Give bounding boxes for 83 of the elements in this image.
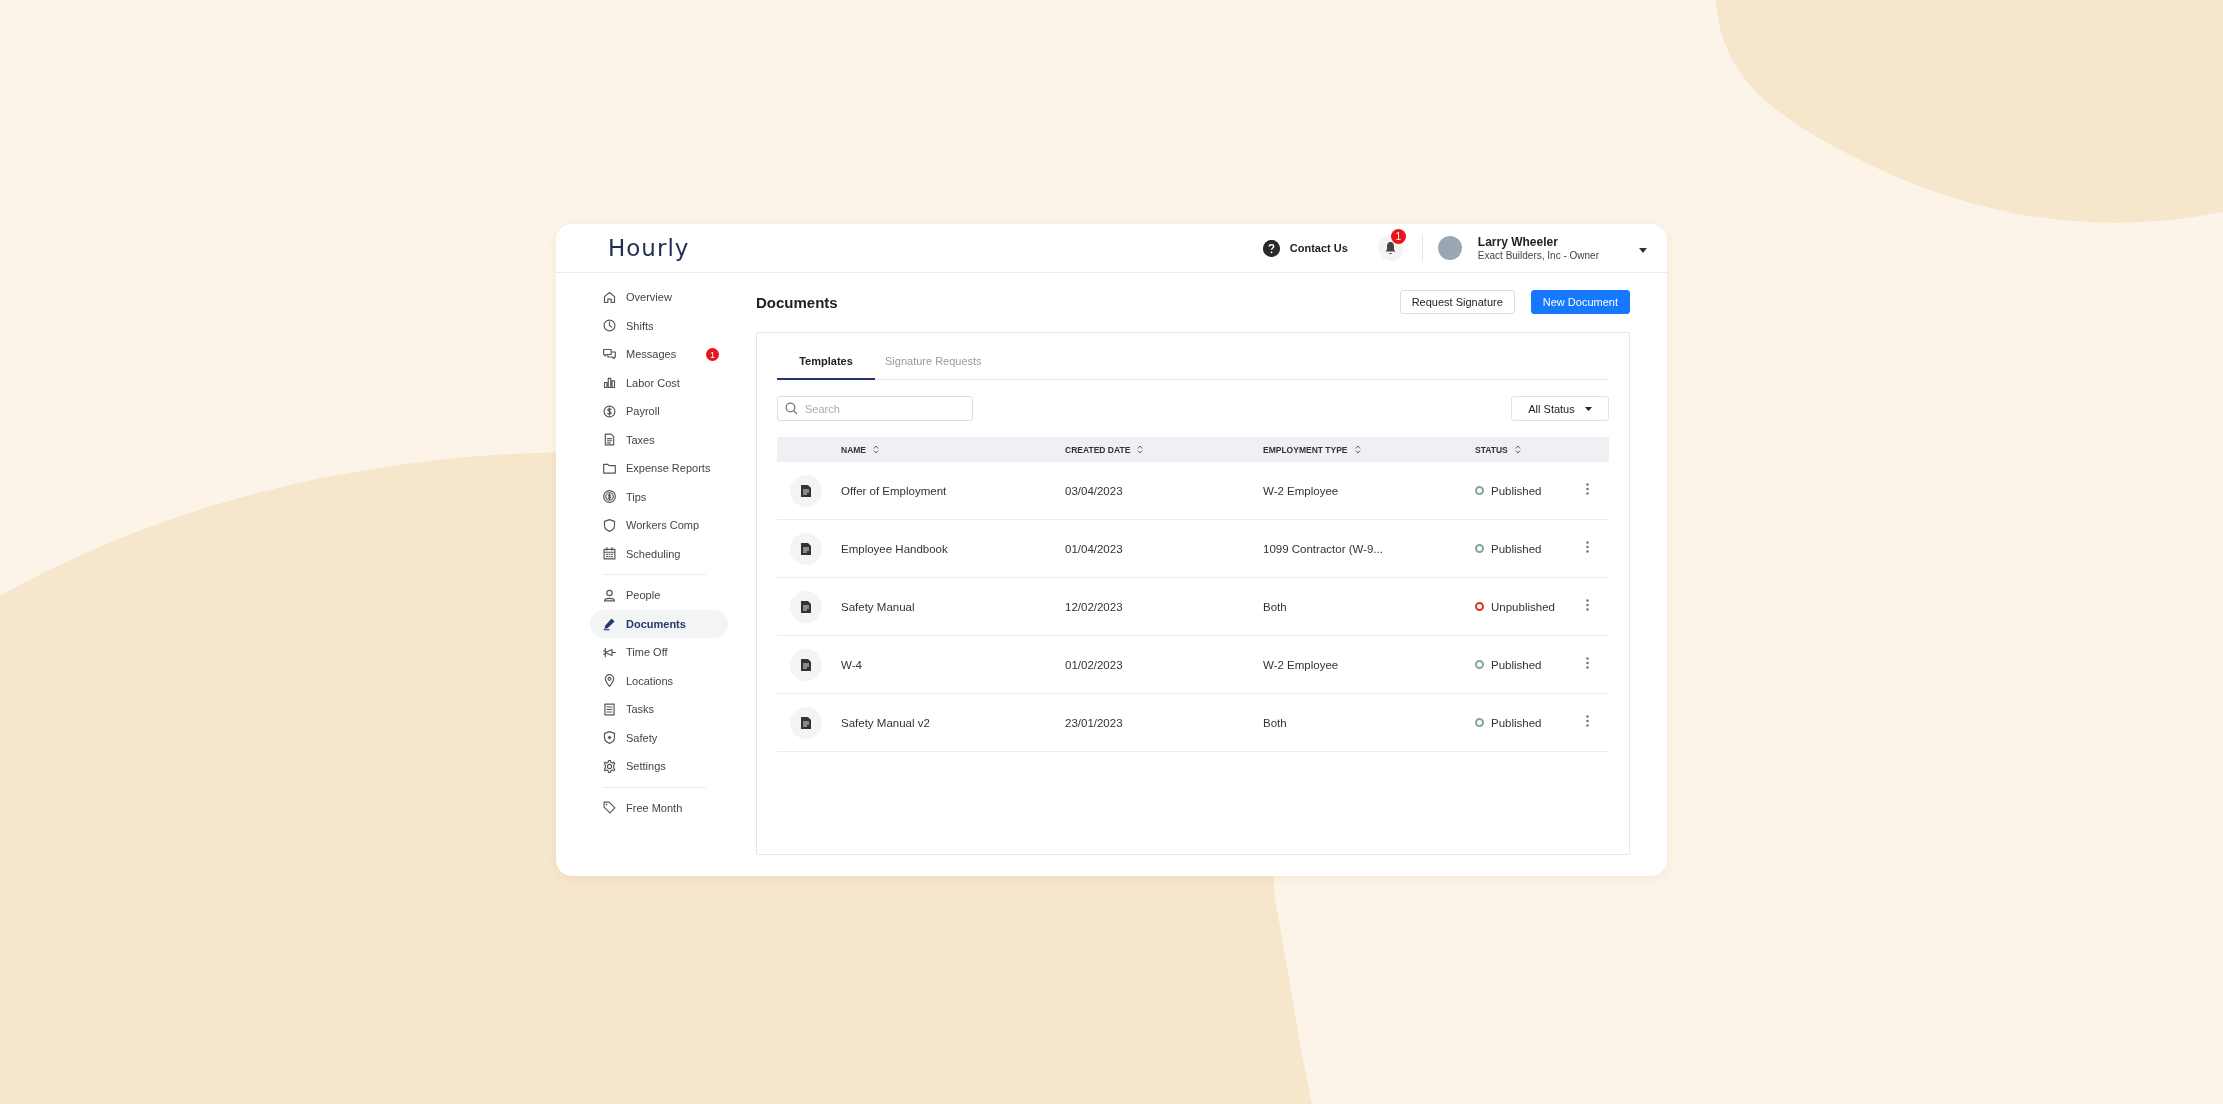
sidebar-item[interactable]: Overview xyxy=(590,283,728,312)
pen-icon xyxy=(602,616,617,632)
table-cell-text: Both xyxy=(1263,600,1288,613)
document-name: Safety Manual v2 xyxy=(841,716,931,729)
column-header: STATUS xyxy=(1475,444,1508,455)
tag-icon xyxy=(602,800,617,816)
sidebar-item[interactable]: Workers Comp xyxy=(590,511,728,540)
sidebar-item[interactable]: Free Month xyxy=(590,793,728,822)
sidebar-item[interactable]: Scheduling xyxy=(590,539,728,568)
sidebar-item[interactable]: Payroll xyxy=(590,397,728,426)
document-name: W-4 xyxy=(841,658,863,671)
document-icon xyxy=(801,658,811,671)
sidebar-item[interactable]: Documents xyxy=(590,609,728,638)
sort-icon[interactable] xyxy=(1137,445,1144,454)
dollar-icon xyxy=(602,403,617,419)
table-cell-text: 23/01/2023 xyxy=(1065,716,1124,729)
sidebar-item[interactable]: Time Off xyxy=(590,638,728,667)
sidebar-item[interactable]: Safety xyxy=(590,723,728,752)
table-cell-text: Both xyxy=(1263,716,1288,729)
sidebar-item[interactable]: Locations xyxy=(590,666,728,695)
status-label: Published xyxy=(1491,542,1542,555)
sort-icon[interactable] xyxy=(1354,445,1361,454)
status-label: Published xyxy=(1491,716,1542,729)
sidebar-item[interactable]: Tips xyxy=(590,482,728,511)
sort-icon[interactable] xyxy=(1514,445,1521,454)
shield-icon xyxy=(602,730,617,746)
status-filter-dropdown[interactable]: All Status xyxy=(1511,396,1609,421)
sidebar-item[interactable]: Expense Reports xyxy=(590,454,728,483)
house-icon xyxy=(602,289,617,305)
chat-bubbles-icon xyxy=(602,346,617,362)
sidebar-item[interactable]: People xyxy=(590,581,728,610)
column-header: EMPLOYMENT TYPE xyxy=(1263,444,1348,455)
avatar[interactable] xyxy=(1437,236,1462,260)
user-company: Exact Builders, Inc - Owner xyxy=(1477,250,1599,261)
settings-icon xyxy=(602,758,617,774)
status-label: Published xyxy=(1491,484,1542,497)
document-icon xyxy=(801,542,811,555)
search-icon xyxy=(785,402,798,415)
table-cell-text: 1099 Contractor (W-9... xyxy=(1263,542,1384,555)
status-label: Published xyxy=(1491,658,1542,671)
app-logo: Hourly xyxy=(608,235,691,261)
sidebar-item[interactable]: Taxes xyxy=(590,425,728,454)
table-cell-text: W-2 Employee xyxy=(1263,658,1340,671)
sidebar-item[interactable]: Settings xyxy=(590,752,728,781)
bar-chart-icon xyxy=(602,375,617,391)
column-header: CREATED DATE xyxy=(1065,444,1131,455)
table-cell-text: 01/02/2023 xyxy=(1065,658,1124,671)
caret-icon xyxy=(1584,406,1592,411)
sidebar-item[interactable]: Tasks xyxy=(590,695,728,724)
help-icon xyxy=(1262,239,1280,257)
tab[interactable]: Templates xyxy=(777,351,875,380)
sidebar-item[interactable]: Messages 1 xyxy=(590,340,728,369)
document-icon xyxy=(801,484,811,497)
shield-icon xyxy=(602,517,617,533)
document-name: Safety Manual xyxy=(841,600,916,613)
search-field[interactable]: Search xyxy=(777,396,973,421)
table-cell-text: 01/04/2023 xyxy=(1065,542,1124,555)
location-pin-icon xyxy=(602,673,617,689)
bell-icon xyxy=(1384,241,1398,255)
status-label: Unpublished xyxy=(1491,600,1555,613)
unread-badge: 1 xyxy=(706,348,719,361)
table-cell-text: W-2 Employee xyxy=(1263,484,1340,497)
sidebar-item[interactable]: Shifts xyxy=(590,311,728,340)
list-icon xyxy=(602,701,617,717)
document-icon xyxy=(602,432,617,448)
contact-us-link[interactable]: Contact Us xyxy=(1262,239,1348,257)
coin-icon xyxy=(602,489,617,505)
page-title: Documents xyxy=(756,293,839,311)
sort-icon[interactable] xyxy=(873,445,880,454)
person-icon xyxy=(602,587,617,603)
table-cell-text: 03/04/2023 xyxy=(1065,484,1124,497)
calendar-icon xyxy=(602,546,617,562)
document-name: Employee Handbook xyxy=(841,542,949,555)
request-signature-button[interactable]: Request Signature xyxy=(1399,290,1515,314)
column-header: NAME xyxy=(841,444,867,455)
clock-icon xyxy=(602,318,617,334)
document-icon xyxy=(801,716,811,729)
user-name: Larry Wheeler xyxy=(1477,235,1559,249)
document-name: Offer of Employment xyxy=(841,484,948,497)
new-document-button[interactable]: New Document xyxy=(1530,290,1630,314)
sidebar-item[interactable]: Labor Cost xyxy=(590,368,728,397)
table-cell-text: 12/02/2023 xyxy=(1065,600,1124,613)
document-icon xyxy=(801,600,811,613)
